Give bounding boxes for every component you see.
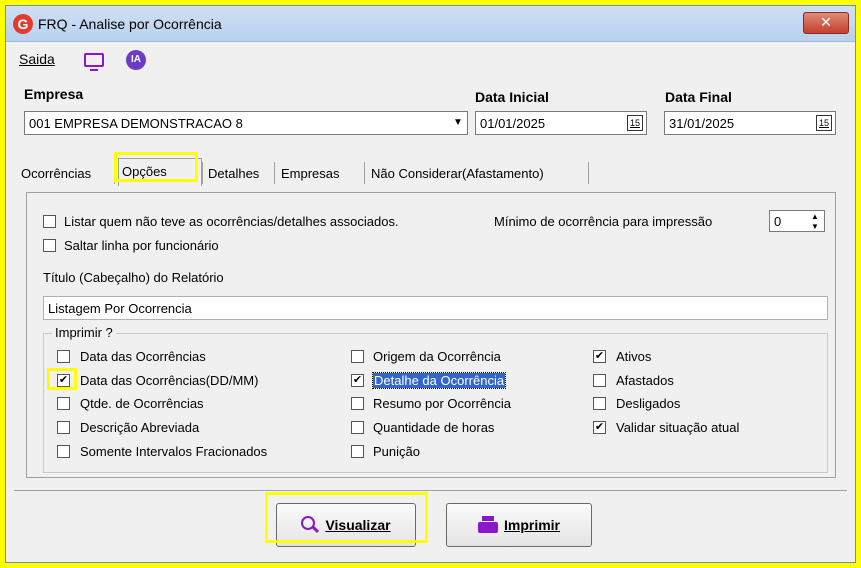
descricao-abreviada-checkbox[interactable] bbox=[57, 421, 70, 434]
visualizar-button[interactable]: Visualizar bbox=[276, 503, 416, 547]
imprimir-label: Imprimir bbox=[503, 517, 560, 533]
qtde-ocorrencias-label: Qtde. de Ocorrências bbox=[80, 396, 204, 411]
quantidade-horas-checkbox[interactable] bbox=[351, 421, 364, 434]
punicao-label: Punição bbox=[373, 444, 420, 459]
saltar-checkbox[interactable] bbox=[43, 239, 56, 252]
origem-ocorrencia-label: Origem da Ocorrência bbox=[373, 349, 501, 364]
ativos-label: Ativos bbox=[616, 349, 652, 364]
saltar-label: Saltar linha por funcionário bbox=[64, 238, 219, 253]
dialog-window: G FRQ - Analise por Ocorrência ✕ Saida I… bbox=[5, 5, 856, 563]
window-title: FRQ - Analise por Ocorrência bbox=[38, 16, 222, 32]
search-icon bbox=[301, 516, 319, 534]
titulo-value: Listagem Por Ocorrencia bbox=[48, 301, 192, 316]
detalhe-ocorrencia-checkbox[interactable]: ✔ bbox=[351, 374, 364, 387]
calendar-icon[interactable]: 15 bbox=[627, 115, 643, 131]
tab-separator bbox=[588, 162, 589, 184]
intervalos-fracionados-label: Somente Intervalos Fracionados bbox=[80, 444, 268, 459]
spin-up-icon[interactable]: ▲ bbox=[807, 212, 823, 222]
afastados-checkbox[interactable] bbox=[593, 374, 606, 387]
data-final-field[interactable]: 31/01/2025 15 bbox=[664, 111, 836, 135]
tab-nao-considerar[interactable]: Não Considerar(Afastamento) bbox=[368, 162, 547, 186]
app-logo-icon: G bbox=[13, 14, 33, 34]
ativos-checkbox[interactable]: ✔ bbox=[593, 350, 606, 363]
resumo-ocorrencia-checkbox[interactable] bbox=[351, 397, 364, 410]
data-ocorrencias-label: Data das Ocorrências bbox=[80, 349, 206, 364]
listar-label: Listar quem não teve as ocorrências/deta… bbox=[64, 214, 399, 229]
quantidade-horas-label: Quantidade de horas bbox=[373, 420, 495, 435]
punicao-checkbox[interactable] bbox=[351, 445, 364, 458]
descricao-abreviada-label: Descrição Abreviada bbox=[80, 420, 200, 435]
data-inicial-field[interactable]: 01/01/2025 15 bbox=[475, 111, 647, 135]
minimo-value: 0 bbox=[774, 214, 782, 229]
resumo-ocorrencia-label: Resumo por Ocorrência bbox=[373, 396, 511, 411]
visualizar-label: Visualizar bbox=[325, 517, 391, 533]
minimo-label: Mínimo de ocorrência para impressão bbox=[494, 214, 713, 229]
tab-empresas[interactable]: Empresas bbox=[278, 162, 343, 186]
printer-icon bbox=[477, 516, 498, 534]
empresa-select[interactable]: 001 EMPRESA DEMONSTRACAO 8 ▼ bbox=[24, 111, 468, 135]
empresa-label: Empresa bbox=[24, 86, 84, 102]
tab-detalhes[interactable]: Detalhes bbox=[205, 162, 262, 186]
minimo-spinner[interactable]: 0 ▲ ▼ bbox=[769, 210, 825, 232]
validar-situacao-checkbox[interactable]: ✔ bbox=[593, 421, 606, 434]
menu-saida-label: Saida bbox=[19, 51, 55, 67]
data-final-label: Data Final bbox=[665, 89, 732, 105]
tab-separator bbox=[114, 162, 115, 184]
spin-down-icon[interactable]: ▼ bbox=[807, 222, 823, 232]
detalhe-ocorrencia-label: Detalhe da Ocorrência bbox=[371, 372, 507, 389]
titulo-input[interactable]: Listagem Por Ocorrencia bbox=[43, 296, 828, 320]
tab-ocorrencias[interactable]: Ocorrências bbox=[18, 162, 94, 186]
menu-bar: Saida IA bbox=[6, 44, 855, 72]
data-final-value: 31/01/2025 bbox=[669, 116, 735, 131]
data-ocorrencias-ddmm-checkbox[interactable]: ✔ bbox=[57, 374, 70, 387]
monitor-icon[interactable] bbox=[84, 53, 104, 71]
listar-checkbox[interactable] bbox=[43, 215, 56, 228]
tab-opcoes[interactable]: Opções bbox=[118, 158, 202, 186]
data-ocorrencias-ddmm-label: Data das Ocorrências(DD/MM) bbox=[80, 373, 259, 388]
calendar-icon[interactable]: 15 bbox=[816, 115, 832, 131]
data-ocorrencias-checkbox[interactable] bbox=[57, 350, 70, 363]
imprimir-button[interactable]: Imprimir bbox=[446, 503, 592, 547]
intervalos-fracionados-checkbox[interactable] bbox=[57, 445, 70, 458]
validar-situacao-label: Validar situação atual bbox=[616, 420, 740, 435]
title-bar: G FRQ - Analise por Ocorrência ✕ bbox=[6, 6, 855, 42]
tab-separator bbox=[202, 162, 203, 184]
tab-separator bbox=[364, 162, 365, 184]
chevron-down-icon[interactable]: ▼ bbox=[449, 112, 467, 134]
menu-saida[interactable]: Saida bbox=[19, 51, 55, 67]
ia-icon[interactable]: IA bbox=[126, 50, 146, 70]
titulo-label: Título (Cabeçalho) do Relatório bbox=[43, 270, 224, 285]
data-inicial-label: Data Inicial bbox=[475, 89, 549, 105]
origem-ocorrencia-checkbox[interactable] bbox=[351, 350, 364, 363]
desligados-checkbox[interactable] bbox=[593, 397, 606, 410]
qtde-ocorrencias-checkbox[interactable] bbox=[57, 397, 70, 410]
imprimir-group-title: Imprimir ? bbox=[52, 325, 116, 340]
close-button[interactable]: ✕ bbox=[803, 12, 849, 34]
tab-separator bbox=[274, 162, 275, 184]
afastados-label: Afastados bbox=[616, 373, 674, 388]
desligados-label: Desligados bbox=[616, 396, 681, 411]
data-inicial-value: 01/01/2025 bbox=[480, 116, 546, 131]
detalhe-ocorrencia-text: Detalhe da Ocorrência bbox=[371, 372, 507, 389]
bottom-divider bbox=[14, 490, 847, 491]
empresa-value: 001 EMPRESA DEMONSTRACAO 8 bbox=[29, 116, 243, 131]
